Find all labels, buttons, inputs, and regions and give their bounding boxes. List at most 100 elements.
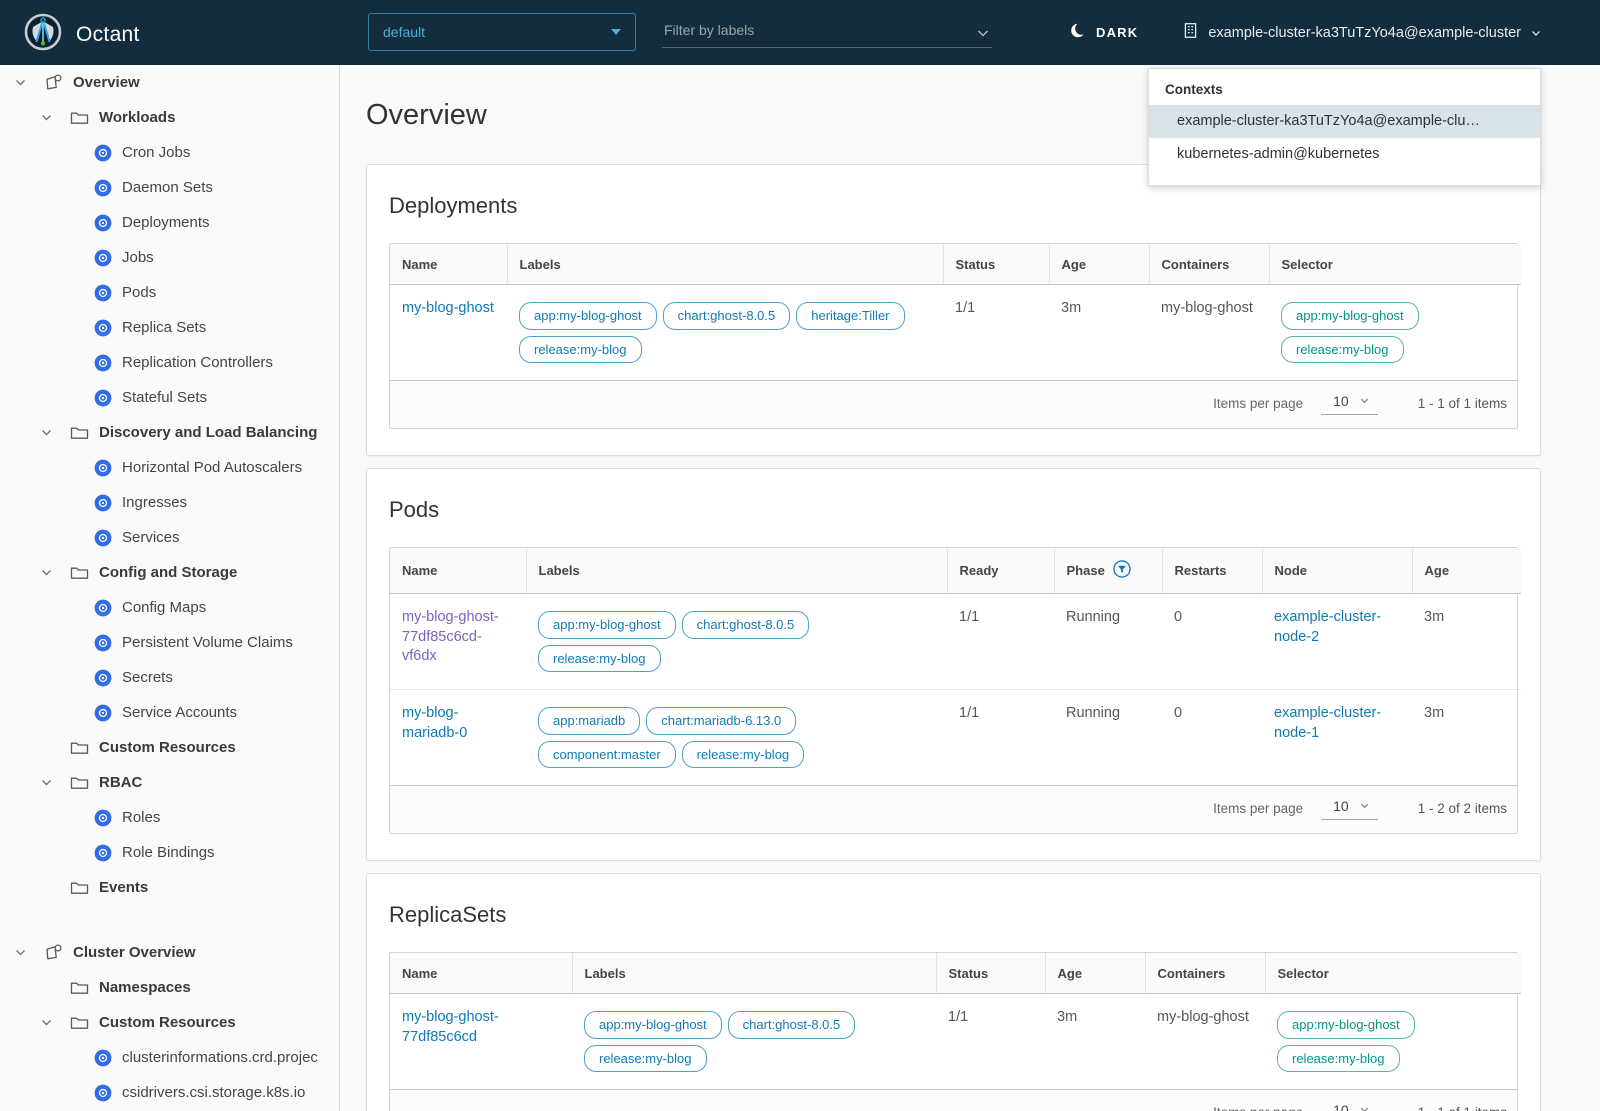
chevron-down-icon[interactable] xyxy=(38,1016,54,1029)
sections-container: Deployments Name Labels Status Age Containers… xyxy=(366,164,1541,1111)
column-header-labels: Labels xyxy=(525,548,947,595)
chevron-down-icon[interactable] xyxy=(38,776,54,789)
sidebar-item-workloads[interactable]: Workloads xyxy=(0,100,339,135)
cell-text: 3m xyxy=(1424,609,1445,626)
column-header-label: Containers xyxy=(1161,256,1230,272)
table-cell: 1/1 xyxy=(947,689,1054,786)
sidebar-item-rbac[interactable]: RBAC xyxy=(0,765,339,800)
table-cell: my-blog-mariadb-0 xyxy=(390,689,526,786)
column-header-age: Age xyxy=(1048,244,1149,285)
context-switcher[interactable]: example-cluster-ka3TuTzYo4a@example-clus… xyxy=(1182,22,1542,44)
sidebar-item-config-maps[interactable]: Config Maps xyxy=(0,590,339,625)
chevron-down-icon xyxy=(38,981,54,994)
items-per-page-select[interactable]: 10 xyxy=(1321,1101,1378,1111)
datagrid-pods: Name Labels Ready Phase Restarts Node Age my-bl… xyxy=(389,547,1521,835)
column-header-restarts: Restarts xyxy=(1161,548,1262,595)
table-cell: 3m xyxy=(1045,994,1145,1090)
chevron-down-icon xyxy=(1359,393,1370,409)
filter-icon[interactable] xyxy=(1113,560,1131,581)
chevron-down-icon[interactable] xyxy=(38,426,54,439)
sidebar-item-daemon-sets[interactable]: Daemon Sets xyxy=(0,170,339,205)
pagination-range: 1 - 1 of 1 items xyxy=(1417,396,1507,412)
context-menu-item-example-cluster-ka3tutzyo4a-example-clu[interactable]: example-cluster-ka3TuTzYo4a@example-clu… xyxy=(1149,105,1540,138)
cell-text: Running xyxy=(1066,609,1121,626)
chevron-down-icon[interactable] xyxy=(38,566,54,579)
k8s-resource-icon xyxy=(94,669,112,687)
sidebar-item-namespaces[interactable]: Namespaces xyxy=(0,970,339,1005)
sidebar-item-label: clusterinformations.crd.projec xyxy=(122,1049,318,1066)
table-cell: example-cluster-node-1 xyxy=(1262,689,1412,786)
sidebar-item-cluster-overview[interactable]: Cluster Overview xyxy=(0,935,339,970)
table-header-row: Name Labels Status Age Containers Selector xyxy=(390,244,1521,285)
sidebar-item-secrets[interactable]: Secrets xyxy=(0,660,339,695)
resource-link[interactable]: example-cluster-node-2 xyxy=(1274,609,1381,645)
resource-link[interactable]: my-blog-ghost xyxy=(402,300,494,316)
sidebar-item-replication-controllers[interactable]: Replication Controllers xyxy=(0,345,339,380)
sidebar-item-jobs[interactable]: Jobs xyxy=(0,240,339,275)
sidebar-item-csidrivers-csi-storage-k8s-io[interactable]: csidrivers.csi.storage.k8s.io xyxy=(0,1075,339,1110)
label-badge: release:my-blog xyxy=(681,740,805,769)
sidebar-item-ingresses[interactable]: Ingresses xyxy=(0,485,339,520)
sidebar-item-overview[interactable]: Overview xyxy=(0,65,339,100)
context-menu-item-kubernetes-admin-kubernetes[interactable]: kubernetes-admin@kubernetes xyxy=(1149,138,1540,171)
dark-theme-toggle[interactable]: DARK xyxy=(1070,21,1138,44)
sidebar-item-custom-resources[interactable]: Custom Resources xyxy=(0,730,339,765)
folder-icon xyxy=(70,880,89,895)
chevron-down-icon[interactable] xyxy=(38,111,54,124)
table-cell: my-blog-ghost-77df85c6cd xyxy=(390,994,572,1090)
k8s-resource-icon xyxy=(94,214,112,232)
k8s-resource-icon xyxy=(94,599,112,617)
sidebar-item-services[interactable]: Services xyxy=(0,520,339,555)
label-badge: release:my-blog xyxy=(584,1044,707,1073)
column-header-label: Ready xyxy=(959,563,999,579)
resource-link[interactable]: example-cluster-node-1 xyxy=(1274,705,1381,741)
sidebar-item-label: Custom Resources xyxy=(99,739,236,756)
applications-icon xyxy=(44,73,63,92)
resource-link[interactable]: my-blog-ghost-77df85c6cd xyxy=(402,1009,499,1045)
sidebar-item-custom-resources[interactable]: Custom Resources xyxy=(0,1005,339,1040)
sidebar-item-stateful-sets[interactable]: Stateful Sets xyxy=(0,380,339,415)
column-header-name: Name xyxy=(390,953,572,995)
table-cell: app:my-blog-ghost chart:ghost-8.0.5 releas… xyxy=(526,594,947,690)
sidebar-item-replica-sets[interactable]: Replica Sets xyxy=(0,310,339,345)
sidebar-item-label: Replication Controllers xyxy=(122,354,273,371)
sidebar-item-role-bindings[interactable]: Role Bindings xyxy=(0,835,339,870)
sidebar-item-horizontal-pod-autoscalers[interactable]: Horizontal Pod Autoscalers xyxy=(0,450,339,485)
octant-logo-icon xyxy=(24,13,62,56)
column-header-label: Age xyxy=(1424,563,1450,579)
sidebar-item-discovery-and-load-balancing[interactable]: Discovery and Load Balancing xyxy=(0,415,339,450)
sidebar-item-persistent-volume-claims[interactable]: Persistent Volume Claims xyxy=(0,625,339,660)
resource-link[interactable]: my-blog-ghost-77df85c6cd-vf6dx xyxy=(402,609,499,664)
items-per-page-select[interactable]: 10 xyxy=(1321,797,1378,821)
resource-link[interactable]: my-blog-mariadb-0 xyxy=(402,705,467,741)
cell-text: 1/1 xyxy=(959,705,980,722)
sidebar-item-pods[interactable]: Pods xyxy=(0,275,339,310)
namespace-select[interactable]: default xyxy=(368,13,636,51)
cell-text: 0 xyxy=(1174,609,1183,626)
table-row: my-blog-ghost-77df85c6cd app:my-blog-ghos… xyxy=(390,994,1521,1090)
sidebar-item-deployments[interactable]: Deployments xyxy=(0,205,339,240)
items-per-page-value: 10 xyxy=(1333,798,1349,815)
chevron-down-icon[interactable] xyxy=(12,946,28,959)
column-header-label: Labels xyxy=(584,965,626,981)
table-cell: app:my-blog-ghost chart:ghost-8.0.5 herita… xyxy=(507,285,943,381)
items-per-page-select[interactable]: 10 xyxy=(1321,392,1378,416)
filter-by-labels-input[interactable] xyxy=(662,18,992,48)
table-row: my-blog-mariadb-0 app:mariadb chart:mariad… xyxy=(390,689,1521,786)
column-header-age: Age xyxy=(1044,953,1145,995)
section-card-deployments: Deployments Name Labels Status Age Containers… xyxy=(366,164,1541,457)
folder-icon xyxy=(70,565,89,580)
sidebar-item-events[interactable]: Events xyxy=(0,870,339,905)
column-header-label: Containers xyxy=(1157,965,1226,981)
chevron-down-icon[interactable] xyxy=(976,26,990,45)
sidebar-item-cron-jobs[interactable]: Cron Jobs xyxy=(0,135,339,170)
sidebar-item-config-and-storage[interactable]: Config and Storage xyxy=(0,555,339,590)
sidebar-item-clusterinformations-crd-projec[interactable]: clusterinformations.crd.projec xyxy=(0,1040,339,1075)
sidebar-item-roles[interactable]: Roles xyxy=(0,800,339,835)
k8s-resource-icon xyxy=(94,389,112,407)
chevron-down-icon[interactable] xyxy=(12,76,28,89)
section-card-pods: Pods Name Labels Ready Phase Restarts Node Age m… xyxy=(366,468,1541,862)
k8s-resource-icon xyxy=(94,459,112,477)
items-per-page-label: Items per page xyxy=(1213,396,1304,412)
sidebar-item-service-accounts[interactable]: Service Accounts xyxy=(0,695,339,730)
